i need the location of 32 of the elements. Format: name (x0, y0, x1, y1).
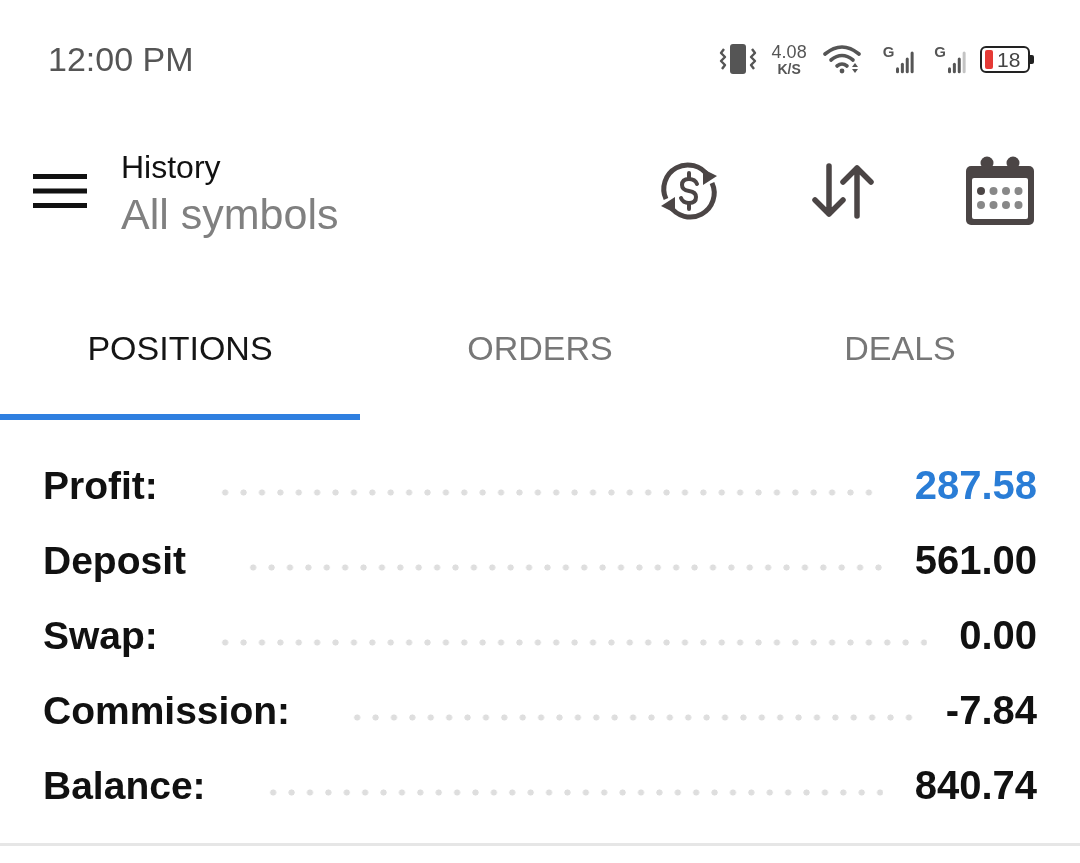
tab[interactable]: DEALS (720, 282, 1080, 420)
summary-label: Balance: (43, 763, 206, 808)
summary-value: -7.84 (945, 688, 1037, 733)
screen-title: History (121, 148, 222, 186)
tab[interactable]: ORDERS (360, 282, 720, 420)
battery-percent: 18 (997, 48, 1021, 70)
summary-label: Deposit (43, 538, 186, 583)
battery-level-icon (985, 49, 993, 69)
network-type-label: G (882, 44, 895, 59)
summary-label: Swap: (43, 613, 158, 658)
summary-value: 0.00 (959, 613, 1037, 658)
signal-icon (896, 50, 915, 74)
network-speed-unit: K/S (777, 61, 801, 76)
menu-icon (33, 174, 87, 208)
sort-button[interactable] (809, 163, 877, 219)
summary-label: Profit: (43, 463, 158, 508)
calendar-icon (965, 156, 1035, 226)
network-type-label: G (934, 44, 946, 59)
wifi-icon (822, 44, 863, 74)
summary-value: 840.74 (914, 763, 1037, 808)
sort-arrows-icon (809, 163, 877, 219)
signal-icon (948, 50, 966, 74)
summary-label: Commission: (43, 688, 291, 733)
symbol-filter[interactable]: All symbols (121, 189, 339, 240)
status-time: 12:00 PM (48, 39, 194, 79)
vibrate-icon (717, 43, 758, 75)
network-speed: 4.08 (771, 42, 807, 61)
calendar-button[interactable] (965, 156, 1035, 226)
summary-value: 561.00 (914, 538, 1037, 583)
tab[interactable]: POSITIONS (0, 282, 360, 420)
menu-button[interactable] (33, 174, 87, 208)
summary-value: 287.58 (914, 463, 1037, 508)
